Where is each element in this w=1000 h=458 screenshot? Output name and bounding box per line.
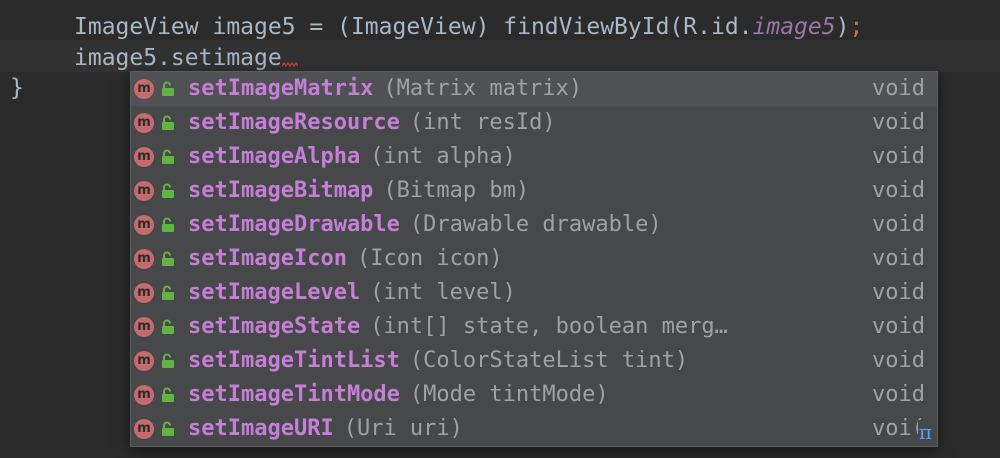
code-line-1-suffix: ): [835, 14, 850, 40]
method-params: (Icon icon): [356, 246, 503, 271]
method-params: (Mode tintMode): [409, 382, 609, 407]
code-completion-popup[interactable]: m setImageMatrix (Matrix matrix) void m setIm…: [130, 71, 938, 447]
error-squiggle-icon: [281, 61, 298, 67]
return-type: void: [872, 280, 925, 305]
return-type: void: [872, 178, 925, 203]
completion-method-name: setImageTintMode (Mode tintMode): [188, 378, 609, 412]
return-type: void: [872, 314, 925, 339]
completion-method-name: setImageResource (int resId): [188, 106, 556, 140]
public-lock-icon: [162, 387, 174, 402]
completion-method-name: setImageTintList (ColorStateList tint): [188, 344, 688, 378]
method-params: (int[] state, boolean merg…: [370, 314, 728, 339]
code-line-2-text: image5.setimage: [74, 45, 282, 71]
public-lock-icon: [162, 319, 174, 334]
public-lock-icon: [162, 183, 174, 198]
completion-method-name: setImageIcon (Icon icon): [188, 242, 503, 276]
public-lock-icon: [162, 217, 174, 232]
return-type: void: [872, 382, 925, 407]
method-name-text: setImageBitmap: [188, 178, 374, 203]
public-lock-icon: [162, 251, 174, 266]
public-lock-icon: [162, 421, 174, 436]
method-name-text: setImageTintList: [188, 348, 400, 373]
method-params: (int resId): [409, 110, 556, 135]
public-lock-icon: [162, 353, 174, 368]
completion-item[interactable]: m setImageTintList (ColorStateList tint) vo…: [131, 344, 937, 378]
method-name-text: setImageDrawable: [188, 212, 400, 237]
method-params: (Drawable drawable): [409, 212, 662, 237]
method-icon: m: [134, 351, 154, 371]
method-icon: m: [134, 385, 154, 405]
method-icon: m: [134, 317, 154, 337]
return-type: void: [872, 144, 925, 169]
completion-item[interactable]: m setImageResource (int resId) void: [131, 106, 937, 140]
method-icon: m: [134, 249, 154, 269]
completion-method-name: setImageState (int[] state, boolean merg…: [188, 310, 728, 344]
return-type: void: [872, 110, 925, 135]
completion-method-name: setImageBitmap (Bitmap bm): [188, 174, 529, 208]
method-params: (int level): [370, 280, 516, 305]
method-icon: m: [134, 147, 154, 167]
public-lock-icon: [162, 149, 174, 164]
pi-icon[interactable]: π: [917, 420, 933, 444]
completion-item[interactable]: m setImageURI (Uri uri) voi(: [131, 412, 937, 446]
completion-item[interactable]: m setImageIcon (Icon icon) void: [131, 242, 937, 276]
method-icon: m: [134, 283, 154, 303]
method-name-text: setImageIcon: [188, 246, 347, 271]
public-lock-icon: [162, 115, 174, 130]
return-type: void: [872, 348, 925, 373]
completion-method-name: setImageMatrix (Matrix matrix): [188, 72, 582, 106]
return-type: void: [872, 246, 925, 271]
code-field-reference: image5: [752, 14, 836, 40]
completion-item[interactable]: m setImageTintMode (Mode tintMode) void: [131, 378, 937, 412]
completion-item[interactable]: m setImageDrawable (Drawable drawable) void: [131, 208, 937, 242]
method-name-text: setImageResource: [188, 110, 400, 135]
method-name-text: setImageTintMode: [188, 382, 400, 407]
completion-method-name: setImageURI (Uri uri): [188, 412, 463, 446]
method-params: (int alpha): [370, 144, 516, 169]
method-params: (Matrix matrix): [383, 76, 583, 101]
code-line-2[interactable]: image5.setimage: [74, 41, 298, 75]
return-type: void: [872, 212, 925, 237]
code-line-1[interactable]: ImageView image5 = (ImageView) findViewB…: [74, 10, 863, 44]
method-params: (Bitmap bm): [383, 178, 530, 203]
code-editor[interactable]: ImageView image5 = (ImageView) findViewB…: [0, 0, 1000, 458]
method-name-text: setImageState: [188, 314, 361, 339]
method-name-text: setImageURI: [188, 416, 334, 441]
completion-item[interactable]: m setImageState (int[] state, boolean merg…: [131, 310, 937, 344]
completion-item[interactable]: m setImageBitmap (Bitmap bm) void: [131, 174, 937, 208]
code-line-1-prefix: ImageView image5 = (ImageView) findViewB…: [74, 14, 753, 40]
method-name-text: setImageLevel: [188, 280, 361, 305]
closing-brace: }: [10, 75, 24, 101]
completion-method-name: setImageDrawable (Drawable drawable): [188, 208, 662, 242]
method-name-text: setImageMatrix: [188, 76, 374, 101]
method-params: (ColorStateList tint): [409, 348, 689, 373]
completion-item[interactable]: m setImageMatrix (Matrix matrix) void: [131, 72, 937, 106]
completion-method-name: setImageAlpha (int alpha): [188, 140, 516, 174]
completion-item[interactable]: m setImageAlpha (int alpha) void: [131, 140, 937, 174]
public-lock-icon: [162, 285, 174, 300]
method-icon: m: [134, 181, 154, 201]
code-semicolon: ;: [849, 14, 864, 40]
completion-item[interactable]: m setImageLevel (int level) void: [131, 276, 937, 310]
public-lock-icon: [162, 81, 174, 96]
method-icon: m: [134, 113, 154, 133]
method-name-text: setImageAlpha: [188, 144, 361, 169]
method-icon: m: [134, 215, 154, 235]
method-params: (Uri uri): [343, 416, 463, 441]
method-icon: m: [134, 79, 154, 99]
method-icon: m: [134, 419, 154, 439]
completion-method-name: setImageLevel (int level): [188, 276, 516, 310]
code-line-3[interactable]: }: [10, 71, 24, 105]
return-type: void: [872, 76, 925, 101]
